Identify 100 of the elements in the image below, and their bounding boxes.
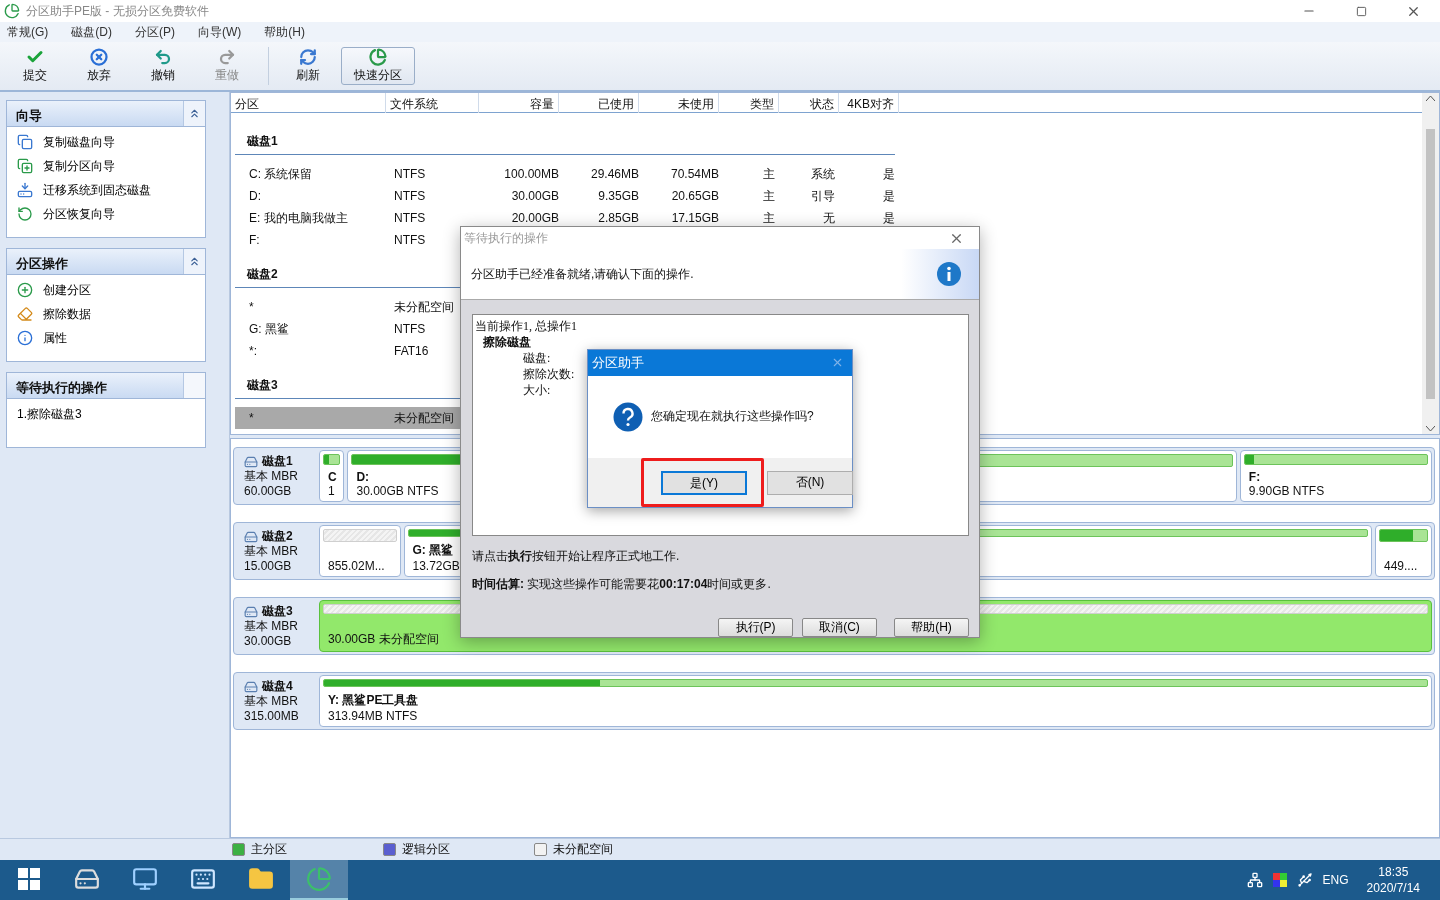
partition-detail: 30.00GB 未分配空间 xyxy=(328,631,439,648)
partition-detail: 1 xyxy=(328,484,335,498)
partition-detail: 313.94MB NTFS xyxy=(328,709,418,723)
column-header[interactable]: 状态 xyxy=(779,93,839,113)
dialog-button[interactable]: 取消(C) xyxy=(802,618,877,637)
toolbar-button[interactable]: 提交 xyxy=(4,47,66,85)
sidebar-item[interactable]: 复制磁盘向导 xyxy=(17,133,205,151)
partition-label: Y: 黑鲨PE工具盘 xyxy=(328,692,419,709)
window-title: 分区助手PE版 - 无损分区免费软件 xyxy=(26,2,210,20)
hint-text: 请点击执行按钮开始让程序正式地工作. xyxy=(472,548,680,565)
time-estimate: 时间估算: 实现这些操作可能需要花00:17:04时间或更多. xyxy=(472,576,771,593)
language-indicator[interactable]: ENG xyxy=(1322,873,1349,887)
log-line: 大小: xyxy=(523,382,551,399)
confirm-button[interactable]: 是(Y) xyxy=(661,471,747,495)
table-cell-text: 引导 xyxy=(810,187,836,205)
table-cell-text: 主 xyxy=(762,187,776,205)
toolbar-button[interactable]: 刷新 xyxy=(277,47,339,85)
column-header[interactable]: 未使用 xyxy=(639,93,719,113)
table-cell-text: C: 系统保留 xyxy=(248,165,314,183)
log-line: 擦除磁盘 xyxy=(483,334,531,351)
partition-detail: 30.00GB NTFS xyxy=(356,484,439,498)
table-cell-text: 20.65GB xyxy=(670,189,720,203)
table-cell-text: 是 xyxy=(882,187,896,205)
scrollbar[interactable] xyxy=(1422,93,1439,434)
menu-item[interactable]: 常规(G) xyxy=(4,22,57,42)
info-icon xyxy=(937,262,961,287)
disk-type: 基本 MBR xyxy=(244,694,299,709)
rotate-icon xyxy=(17,206,33,222)
collapse-button[interactable] xyxy=(183,101,205,126)
column-header[interactable]: 4KB对齐 xyxy=(839,93,899,113)
table-row[interactable]: E: 我的电脑我做主 NTFS 20.00GB 2.85GB 17.15GB 主 无 是 xyxy=(235,207,895,229)
column-header[interactable]: 文件系统 xyxy=(386,93,479,113)
dialog-button[interactable]: 帮助(H) xyxy=(894,618,969,637)
table-cell-text: NTFS xyxy=(393,322,427,336)
disk-size: 15.00GB xyxy=(244,559,293,574)
column-header[interactable]: 类型 xyxy=(719,93,779,113)
app-logo-icon xyxy=(4,3,20,19)
hard-drive-icon xyxy=(74,866,100,892)
confirm-button[interactable]: 否(N) xyxy=(767,470,853,495)
disk-name: 磁盘2 xyxy=(262,529,293,544)
table-cell-text: NTFS xyxy=(393,233,427,247)
partition-block[interactable]: 855.02M... xyxy=(319,525,401,577)
sidebar-item[interactable]: 分区恢复向导 xyxy=(17,205,205,223)
menu-item[interactable]: 帮助(H) xyxy=(261,22,313,42)
partition-detail: 13.72GB xyxy=(412,559,460,573)
column-header[interactable]: 已使用 xyxy=(559,93,639,113)
table-cell-text: 17.15GB xyxy=(670,211,720,225)
partition-block[interactable]: F: 9.90GB NTFS xyxy=(1239,450,1432,502)
legend-label: 主分区 xyxy=(251,841,287,858)
legend-label: 未分配空间 xyxy=(553,841,613,858)
table-cell-text: NTFS xyxy=(393,167,427,181)
copy-plus-icon xyxy=(17,158,33,174)
legend-label: 逻辑分区 xyxy=(402,841,450,858)
taskbar-app[interactable] xyxy=(290,860,348,900)
column-header[interactable]: 分区 xyxy=(231,93,386,113)
dialog-button[interactable]: 执行(P) xyxy=(718,618,793,637)
table-cell-text: G: 黑鲨 xyxy=(248,320,290,338)
disk-name: 磁盘3 xyxy=(262,604,293,619)
disk-row[interactable]: 磁盘4 基本 MBR 315.00MB Y: 黑鲨PE工具盘 313.94MB NTFS xyxy=(233,672,1435,730)
partition-block[interactable]: C 1 xyxy=(319,450,345,502)
column-header[interactable]: 容量 xyxy=(479,93,559,113)
partition-label: G: 黑鲨 xyxy=(412,542,454,559)
disk-name: 磁盘1 xyxy=(262,454,293,469)
pie-chart-icon xyxy=(367,48,389,66)
sidebar-item[interactable]: 复制分区向导 xyxy=(17,157,205,175)
table-row[interactable]: D: NTFS 30.00GB 9.35GB 20.65GB 主 引导 是 xyxy=(235,185,895,207)
table-cell-text: * xyxy=(248,411,255,425)
toolbar-button[interactable]: 快速分区 xyxy=(341,47,415,85)
refresh-icon xyxy=(297,48,319,66)
partition-block[interactable]: 449.... xyxy=(1375,525,1432,577)
discard-icon xyxy=(88,48,110,66)
partition-block[interactable]: Y: 黑鲨PE工具盘 313.94MB NTFS xyxy=(319,675,1432,727)
sidebar-item[interactable]: 创建分区 xyxy=(17,281,205,299)
plus-circle-icon xyxy=(17,282,33,298)
sidebar-item[interactable]: 擦除数据 xyxy=(17,305,205,323)
menu-item[interactable]: 向导(W) xyxy=(195,22,250,42)
monitor-icon xyxy=(132,866,158,892)
toolbar-button[interactable]: 放弃 xyxy=(68,47,130,85)
chevron-up-icon xyxy=(188,107,201,120)
table-row[interactable]: C: 系统保留 NTFS 100.00MB 29.46MB 70.54MB 主 系统 是 xyxy=(235,163,895,185)
table-cell-text: 主 xyxy=(762,209,776,227)
disk-type: 基本 MBR xyxy=(244,544,299,559)
toolbar-button[interactable]: 撤销 xyxy=(132,47,194,85)
sidebar-item[interactable]: 属性 xyxy=(17,329,205,347)
menu-item[interactable]: 分区(P) xyxy=(132,22,183,42)
dialog-message: 分区助手已经准备就绪,请确认下面的操作. xyxy=(471,265,694,283)
color-grid-icon[interactable] xyxy=(1272,873,1287,887)
sidebar-item[interactable]: 迁移系统到固态磁盘 xyxy=(17,181,205,199)
panel-title: 向导 xyxy=(15,107,43,125)
disk-name: 磁盘4 xyxy=(262,679,293,694)
clock[interactable]: 18:35 2020/7/14 xyxy=(1366,864,1420,896)
table-cell-text: 是 xyxy=(882,209,896,227)
partition-label: F: xyxy=(1248,470,1261,484)
collapse-button[interactable] xyxy=(183,249,205,274)
menu-item[interactable]: 磁盘(D) xyxy=(68,22,120,42)
panel-title: 分区操作 xyxy=(15,255,69,273)
table-cell-text: 70.54MB xyxy=(669,167,720,181)
eraser-icon xyxy=(17,306,33,322)
usb-icon[interactable] xyxy=(1296,872,1313,888)
network-icon[interactable] xyxy=(1246,872,1263,888)
